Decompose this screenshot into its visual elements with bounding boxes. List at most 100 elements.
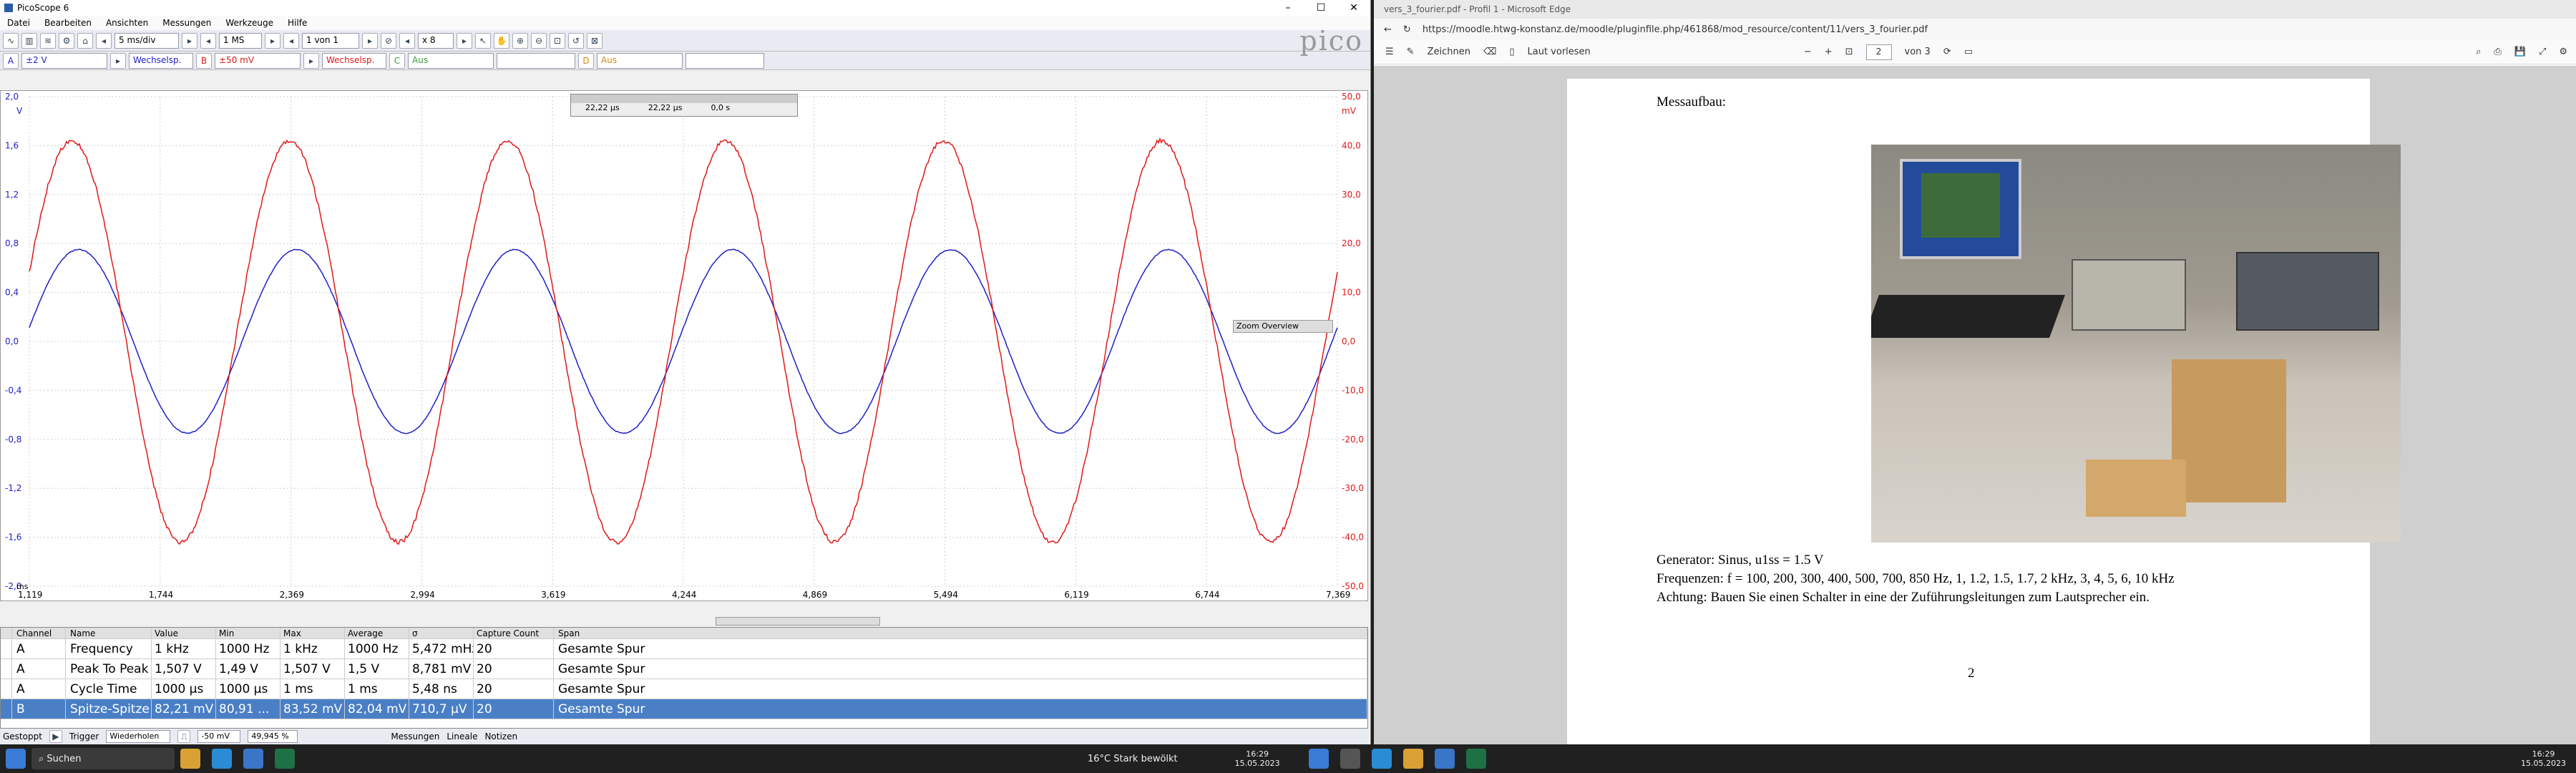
maximize-button[interactable]: ☐ [1304, 0, 1337, 16]
chevron-left-icon[interactable]: ◂ [399, 33, 415, 49]
horizontal-scrollbar[interactable] [716, 617, 880, 626]
chevron-right-icon[interactable]: ▸ [110, 53, 126, 69]
minimize-button[interactable]: – [1272, 0, 1304, 16]
chevron-left-icon[interactable]: ◂ [200, 33, 216, 49]
windows-start-icon[interactable] [1309, 749, 1329, 769]
chevron-right-icon[interactable]: ▸ [457, 33, 472, 49]
samples-select[interactable]: 1 MS [219, 33, 262, 49]
zoom-fit-icon[interactable]: ⊠ [587, 33, 602, 49]
channel-d-range[interactable]: Aus [597, 53, 683, 69]
col-average[interactable]: Average [345, 628, 409, 638]
table-row-selected[interactable]: B Spitze-Spitze 82,21 mV 80,91 ... 83,52… [1, 699, 1367, 719]
scope-mode-icon[interactable]: ∿ [3, 33, 19, 49]
persistence-icon[interactable]: ≋ [40, 33, 56, 49]
search-icon[interactable] [1340, 749, 1360, 769]
vscode-icon[interactable] [243, 749, 263, 769]
taskbar-search[interactable]: ⌕ Suchen [31, 748, 175, 769]
col-span[interactable]: Span [554, 628, 1367, 638]
eraser-icon[interactable]: ⌫ [1483, 47, 1496, 57]
contents-icon[interactable]: ☰ [1385, 47, 1394, 57]
draw-button[interactable]: Zeichnen [1428, 47, 1470, 57]
chevron-right-icon[interactable]: ▸ [362, 33, 378, 49]
trigger-level-field[interactable]: -50 mV [197, 730, 240, 743]
channel-a-range[interactable]: ±2 V [21, 53, 107, 69]
channel-c-range[interactable]: Aus [408, 53, 494, 69]
rotate-icon[interactable]: ⟳ [1943, 47, 1951, 57]
measurements-label[interactable]: Messungen [391, 731, 439, 742]
capture-index-field[interactable]: 1 von 1 [302, 33, 359, 49]
chevron-left-icon[interactable]: ◂ [283, 33, 299, 49]
search-icon[interactable]: ⌕ [2476, 47, 2481, 57]
fit-page-icon[interactable]: ⊡ [1845, 47, 1853, 57]
undo-zoom-icon[interactable]: ↺ [568, 33, 584, 49]
settings-icon[interactable]: ⚙ [2559, 47, 2567, 57]
signal-generator-icon[interactable]: ⊘ [381, 33, 396, 49]
excel-icon[interactable] [275, 749, 295, 769]
menu-werkzeuge[interactable]: Werkzeuge [225, 18, 273, 28]
notes-label[interactable]: Notizen [484, 731, 517, 742]
chevron-right-icon[interactable]: ▸ [265, 33, 280, 49]
zoom-in-icon[interactable]: ⊕ [512, 33, 528, 49]
file-explorer-icon[interactable] [1403, 749, 1423, 769]
chevron-right-icon[interactable]: ▸ [303, 53, 319, 69]
menu-bearbeiten[interactable]: Bearbeiten [44, 18, 92, 28]
tab-active[interactable]: vers_3_fourier.pdf - Profil 1 - Microsof… [1384, 4, 1571, 14]
col-name[interactable]: Name [66, 628, 152, 638]
chevron-right-icon[interactable]: ▸ [182, 33, 197, 49]
timebase-select[interactable]: 5 ms/div [114, 33, 179, 49]
windows-start-icon[interactable] [6, 749, 26, 769]
hand-icon[interactable]: ✋ [494, 33, 509, 49]
scope-plot[interactable]: 2,01,61,20,80,40,0-0,4-0,8-1,2-1,6-2,050… [1, 91, 1367, 601]
table-row[interactable]: A Cycle Time 1000 µs 1000 µs 1 ms 1 ms 5… [1, 679, 1367, 699]
table-row[interactable]: A Frequency 1 kHz 1000 Hz 1 kHz 1000 Hz … [1, 639, 1367, 659]
menu-datei[interactable]: Datei [7, 18, 30, 28]
menu-hilfe[interactable]: Hilfe [288, 18, 307, 28]
clock-left[interactable]: 16:29 15.05.2023 [1235, 749, 1280, 768]
pre-trigger-field[interactable]: 49,945 % [248, 730, 298, 743]
pdf-viewer[interactable]: Messaufbau: Generator: Sinus, u1ss = 1.5… [1374, 66, 2576, 744]
read-aloud-button[interactable]: Laut vorlesen [1528, 47, 1591, 57]
zoom-out-icon[interactable]: ⊖ [531, 33, 547, 49]
two-page-icon[interactable]: ▭ [1964, 47, 1973, 57]
col-sigma[interactable]: σ [409, 628, 474, 638]
menu-messungen[interactable]: Messungen [162, 18, 211, 28]
clock-right[interactable]: 16:29 15.05.2023 [2521, 749, 2566, 768]
zoom-overview-button[interactable]: Zoom Overview [1233, 320, 1333, 333]
col-min[interactable]: Min [216, 628, 280, 638]
page-number-input[interactable]: 2 [1866, 44, 1892, 60]
col-channel[interactable]: Channel [12, 628, 66, 638]
zoom-region-icon[interactable]: ⊡ [550, 33, 565, 49]
menu-ansichten[interactable]: Ansichten [106, 18, 148, 28]
address-bar[interactable]: https://moodle.htwg-konstanz.de/moodle/p… [1423, 24, 1928, 35]
trigger-mode-select[interactable]: Wiederholen [106, 730, 170, 743]
trigger-edge-icon[interactable]: ⎍ [177, 730, 190, 743]
excel-icon[interactable] [1466, 749, 1486, 769]
weather-label[interactable]: 16°C Stark bewölkt [1088, 754, 1178, 764]
save-icon[interactable]: 💾 [2514, 47, 2526, 57]
col-max[interactable]: Max [280, 628, 345, 638]
file-explorer-icon[interactable] [180, 749, 200, 769]
print-icon[interactable]: ⎙ [2494, 47, 2501, 57]
pointer-icon[interactable]: ↖ [475, 33, 491, 49]
highlight-icon[interactable]: ✎ [1407, 47, 1415, 57]
ruler-legend[interactable]: 22,22 µs 22,22 µs 0,0 s [570, 94, 798, 117]
edge-icon[interactable] [1372, 749, 1392, 769]
back-icon[interactable]: ← [1384, 24, 1392, 35]
scope-view[interactable]: 2,0 1,6 1,2 0,8 0,4 0,0 -0,4 -0,8 -1,2 -1,6 -2,0 50… [0, 90, 1368, 601]
channel-b-range[interactable]: ±50 mV [215, 53, 301, 69]
zoom-out-icon[interactable]: − [1804, 47, 1812, 57]
col-capture-count[interactable]: Capture Count [474, 628, 554, 638]
edge-icon[interactable] [212, 749, 232, 769]
channel-d-coupling[interactable] [686, 53, 764, 69]
fullscreen-icon[interactable]: ⤢ [2539, 47, 2546, 57]
channel-b-coupling[interactable]: Wechselsp. [322, 53, 386, 69]
close-button[interactable]: ✕ [1337, 0, 1370, 16]
page-view-icon[interactable]: ▯ [1509, 47, 1514, 57]
zoom-factor-field[interactable]: x 8 [418, 33, 454, 49]
channel-c-coupling[interactable] [497, 53, 575, 69]
home-icon[interactable]: ⌂ [77, 33, 93, 49]
zoom-in-icon[interactable]: + [1825, 47, 1833, 57]
table-row[interactable]: A Peak To Peak 1,507 V 1,49 V 1,507 V 1,… [1, 659, 1367, 679]
spectrum-mode-icon[interactable]: ▥ [21, 33, 37, 49]
chevron-left-icon[interactable]: ◂ [96, 33, 112, 49]
